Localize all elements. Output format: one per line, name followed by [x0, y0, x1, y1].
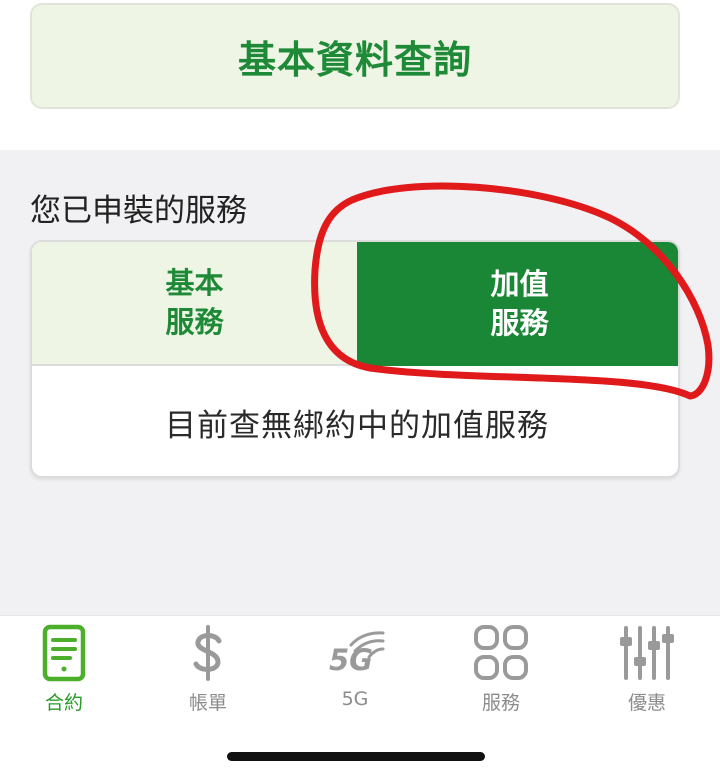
nav-services[interactable]: 服務	[451, 624, 551, 714]
empty-state-message: 目前查無綁約中的加值服務	[165, 407, 549, 444]
nav-services-label: 服務	[481, 692, 520, 714]
nav-offers[interactable]: 優惠	[597, 624, 697, 714]
tab-basic-services-label: 基本服務	[165, 266, 224, 339]
5g-icon: 5G	[329, 631, 385, 677]
basic-info-query-button[interactable]: 基本資料查詢	[30, 3, 680, 109]
nav-contract-label: 合約	[44, 692, 83, 714]
svg-text:5G: 5G	[329, 643, 373, 677]
nav-billing[interactable]: 帳單	[158, 624, 258, 714]
contract-icon	[42, 624, 86, 682]
nav-5g[interactable]: 5G 5G	[305, 624, 405, 714]
nav-billing-label: 帳單	[188, 692, 227, 714]
dollar-icon	[193, 625, 222, 681]
nav-5g-label: 5G	[341, 688, 369, 710]
sliders-icon	[620, 626, 674, 680]
home-indicator	[227, 752, 485, 761]
nav-contract[interactable]: 合約	[14, 624, 114, 714]
service-tabs: 基本服務 加值服務	[32, 242, 678, 366]
tab-basic-services[interactable]: 基本服務	[32, 242, 357, 366]
services-grid-icon	[474, 625, 528, 680]
nav-offers-label: 優惠	[627, 692, 666, 714]
tab-value-added-services[interactable]: 加值服務	[357, 242, 678, 366]
tab-value-added-services-label: 加值服務	[490, 267, 549, 340]
section-title: 您已申裝的服務	[30, 193, 247, 229]
top-area: 基本資料查詢	[0, 0, 720, 150]
services-card: 基本服務 加值服務 目前查無綁約中的加值服務	[30, 240, 680, 478]
